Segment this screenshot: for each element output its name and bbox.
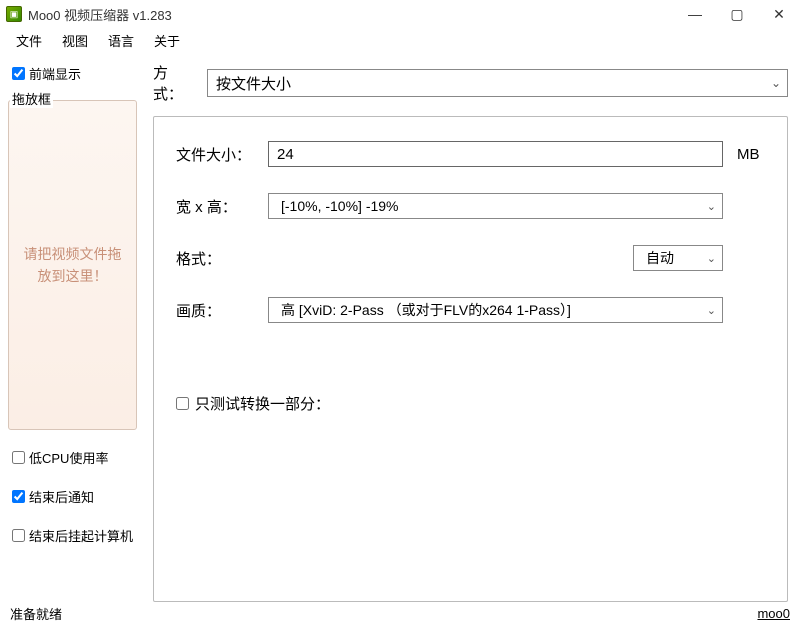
menu-language[interactable]: 语言 <box>98 29 144 52</box>
status-text: 准备就绪 <box>10 604 62 623</box>
moo0-link[interactable]: moo0 <box>757 606 790 621</box>
drop-hint: 请把视频文件拖放到这里！ <box>19 243 126 288</box>
format-value: 自动 <box>646 248 674 268</box>
drop-target[interactable]: 请把视频文件拖放到这里！ <box>8 100 137 430</box>
quality-value: 高 [XviD: 2-Pass （或对于FLV的x264 1-Pass）] <box>281 300 571 320</box>
suspend-after-checkbox[interactable]: 结束后挂起计算机 <box>6 522 139 549</box>
statusbar: 准备就绪 moo0 <box>0 602 800 624</box>
wh-value: [-10%, -10%] -19% <box>281 198 399 214</box>
test-portion-label: 只测试转换一部分： <box>195 393 330 414</box>
maximize-button[interactable]: ▢ <box>716 0 758 28</box>
mode-label: 方式： <box>153 62 197 104</box>
menu-about[interactable]: 关于 <box>144 29 190 52</box>
notify-done-input[interactable] <box>12 490 25 503</box>
always-on-top-checkbox[interactable]: 前端显示 <box>6 60 139 87</box>
filesize-unit: MB <box>737 146 765 163</box>
format-select[interactable]: 自动 <box>633 245 723 271</box>
mode-value: 按文件大小 <box>216 73 291 94</box>
test-portion-checkbox[interactable]: 只测试转换一部分： <box>176 393 765 414</box>
titlebar: ▣ Moo0 视频压缩器 v1.283 — ▢ ✕ <box>0 0 800 28</box>
dropframe-label: 拖放框 <box>10 87 53 108</box>
notify-done-checkbox[interactable]: 结束后通知 <box>6 483 139 510</box>
window-title: Moo0 视频压缩器 v1.283 <box>28 5 172 24</box>
test-portion-input[interactable] <box>176 397 189 410</box>
suspend-after-label: 结束后挂起计算机 <box>29 526 133 545</box>
close-button[interactable]: ✕ <box>758 0 800 28</box>
notify-done-label: 结束后通知 <box>29 487 94 506</box>
mode-select[interactable]: 按文件大小 <box>207 69 788 97</box>
minimize-button[interactable]: — <box>674 0 716 28</box>
filesize-input[interactable] <box>268 141 723 167</box>
settings-panel: 文件大小： MB 宽 x 高： [-10%, -10%] -19% 格式： 自动 <box>153 116 788 602</box>
low-cpu-input[interactable] <box>12 451 25 464</box>
quality-label: 画质： <box>176 300 254 321</box>
always-on-top-label: 前端显示 <box>29 64 81 83</box>
format-label: 格式： <box>176 248 254 269</box>
filesize-label: 文件大小： <box>176 144 254 165</box>
low-cpu-checkbox[interactable]: 低CPU使用率 <box>6 444 139 471</box>
menu-file[interactable]: 文件 <box>6 29 52 52</box>
always-on-top-input[interactable] <box>12 67 25 80</box>
sidebar: 前端显示 拖放框 请把视频文件拖放到这里！ 低CPU使用率 结束后通知 结束后挂… <box>0 52 145 602</box>
suspend-after-input[interactable] <box>12 529 25 542</box>
main-panel: 方式： 按文件大小 文件大小： MB 宽 x 高： [-10%, -10%] -… <box>145 52 800 602</box>
wh-select[interactable]: [-10%, -10%] -19% <box>268 193 723 219</box>
low-cpu-label: 低CPU使用率 <box>29 448 108 467</box>
menu-view[interactable]: 视图 <box>52 29 98 52</box>
app-icon: ▣ <box>6 6 22 22</box>
wh-label: 宽 x 高： <box>176 196 254 217</box>
menubar: 文件 视图 语言 关于 <box>0 28 800 52</box>
quality-select[interactable]: 高 [XviD: 2-Pass （或对于FLV的x264 1-Pass）] <box>268 297 723 323</box>
